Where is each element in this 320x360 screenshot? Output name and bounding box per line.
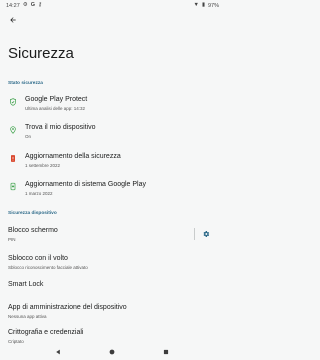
list-item-encryption[interactable]: Crittografia e credenziali Criptato (0, 326, 225, 344)
list-item-device-admin-apps[interactable]: App di amministrazione del dispositivo N… (0, 301, 225, 323)
item-title: Google Play Protect (25, 96, 88, 103)
item-title: Trova il mio dispositivo (25, 124, 96, 131)
item-subtitle: Ultima analisi delle app: 14:32 (25, 106, 86, 111)
item-subtitle: Sblocco riconoscimento facciale attivato (8, 265, 88, 270)
status-right: ▼ ▮ 97% (193, 1, 220, 9)
item-title: Sblocco con il volto (8, 255, 68, 262)
phone-update-icon (8, 182, 17, 191)
screen-lock-settings-button[interactable] (200, 228, 211, 239)
status-left: 14:27 ⚙ G ⚷ (6, 1, 43, 9)
google-icon: G (30, 1, 35, 8)
nav-recents-icon (163, 349, 169, 355)
item-subtitle: 1 settembre 2022 (25, 163, 61, 168)
shield-check-icon (8, 97, 17, 106)
item-subtitle: PIN (8, 237, 16, 242)
phone-alert-icon (8, 154, 17, 163)
item-title: App di amministrazione del dispositivo (8, 304, 127, 311)
nav-back-button[interactable] (54, 348, 62, 356)
list-item-screen-lock[interactable]: Blocco schermo PIN (0, 224, 192, 246)
nav-home-icon (109, 349, 115, 355)
arrow-back-icon (10, 17, 16, 23)
item-subtitle: 1 marzo 2022 (25, 191, 53, 196)
battery-icon: ▮ (201, 1, 205, 8)
page-title: Sicurezza (8, 45, 74, 62)
gear-icon (203, 230, 209, 237)
item-title: Smart Lock (8, 281, 44, 288)
nav-home-button[interactable] (108, 348, 116, 356)
location-pin-icon (8, 125, 17, 134)
status-time: 14:27 (6, 2, 20, 9)
item-title: Aggiornamento della sicurezza (25, 153, 121, 160)
section-header-device-security: Sicurezza dispositivo (8, 211, 57, 216)
list-item-smart-lock[interactable]: Smart Lock (0, 278, 225, 296)
wifi-icon: ▼ (193, 1, 199, 8)
list-item-play-system-update[interactable]: Aggiornamento di sistema Google Play 1 m… (0, 178, 225, 200)
item-title: Aggiornamento di sistema Google Play (25, 181, 147, 188)
gear-icon: ⚙ (22, 1, 28, 8)
nav-recents-button[interactable] (162, 348, 170, 356)
section-header-security-status: Stato sicurezza (8, 81, 43, 86)
back-button[interactable] (7, 14, 19, 26)
battery-level: 97% (207, 2, 219, 9)
list-item-security-update[interactable]: Aggiornamento della sicurezza 1 settembr… (0, 150, 225, 172)
item-subtitle: Nessuna app attiva (8, 314, 47, 319)
list-item-play-protect[interactable]: Google Play Protect Ultima analisi delle… (0, 93, 225, 115)
list-item-face-unlock[interactable]: Sblocco con il volto Sblocco riconoscime… (0, 252, 225, 274)
vpn-key-icon: ⚷ (37, 1, 43, 8)
status-bar: 14:27 ⚙ G ⚷ ▼ ▮ 97% (0, 0, 225, 11)
item-title: Crittografia e credenziali (8, 329, 84, 336)
list-item-find-device[interactable]: Trova il mio dispositivo On (0, 121, 225, 143)
item-subtitle: On (25, 134, 32, 139)
item-title: Blocco schermo (8, 227, 58, 234)
navigation-bar (0, 344, 225, 360)
nav-back-icon (56, 349, 60, 355)
divider (194, 228, 195, 240)
